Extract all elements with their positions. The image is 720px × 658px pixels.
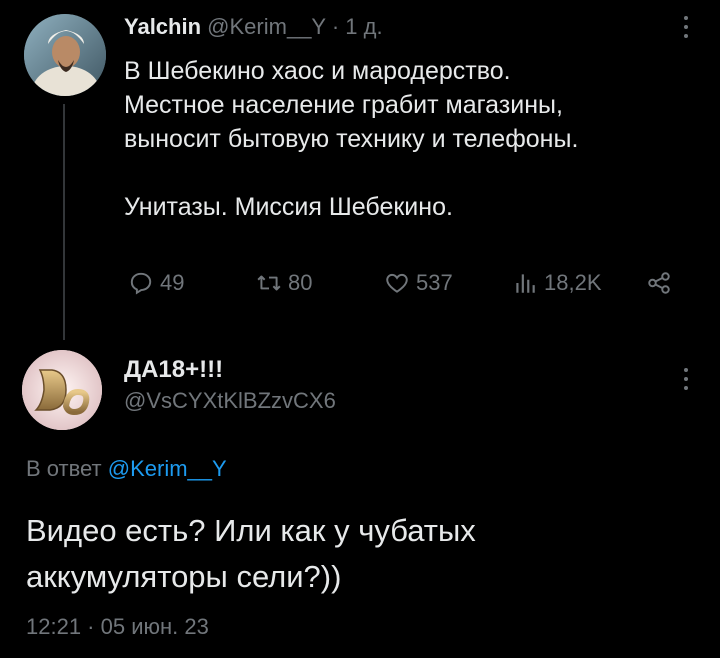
like-icon xyxy=(386,273,408,293)
handle[interactable]: @Kerim__Y xyxy=(207,14,326,39)
like-button[interactable]: 537 xyxy=(384,270,453,296)
tweet-line: В Шебекино хаос и мародерство. xyxy=(124,57,511,85)
retweet-count: 80 xyxy=(288,270,313,295)
tweet-text: В Шебекино хаос и мародерство. Местное н… xyxy=(124,54,684,224)
reply-button[interactable]: 49 xyxy=(128,270,184,296)
display-name[interactable]: Yalchin xyxy=(124,14,201,39)
tweet-line: Местное население грабит магазины, xyxy=(124,91,563,119)
tweet-text: Видео есть? Или как у чубатых аккумулято… xyxy=(26,508,686,600)
tweet-header: Yalchin @Kerim__Y · 1 д. xyxy=(124,14,383,40)
thread-line xyxy=(63,104,65,340)
avatar-image xyxy=(22,350,102,430)
retweet-button[interactable]: 80 xyxy=(256,270,312,296)
views-icon xyxy=(516,274,535,293)
display-name[interactable]: ДА18+!!! xyxy=(124,356,223,384)
share-icon xyxy=(648,272,670,294)
retweet-icon xyxy=(257,275,281,291)
more-icon[interactable] xyxy=(682,16,690,44)
views-button[interactable]: 18,2K xyxy=(512,270,602,296)
views-count: 18,2K xyxy=(544,270,602,295)
like-count: 537 xyxy=(416,270,453,295)
tweet-line: Видео есть? Или как у чубатых xyxy=(26,513,476,548)
reply-prefix: В ответ xyxy=(26,456,102,481)
avatar-image xyxy=(24,14,106,96)
time-ago[interactable]: 1 д. xyxy=(345,14,382,39)
timestamp[interactable]: 12:21 · 05 июн. 23 xyxy=(26,614,209,640)
more-icon[interactable] xyxy=(682,368,690,396)
tweet-line: аккумуляторы сели?)) xyxy=(26,559,342,594)
share-button[interactable] xyxy=(646,270,672,296)
avatar[interactable] xyxy=(24,14,106,96)
tweet-actions: 49 80 537 18,2K xyxy=(124,270,684,306)
reply-icon xyxy=(130,272,152,295)
reply-count: 49 xyxy=(160,270,185,295)
reply-context: В ответ @Kerim__Y xyxy=(26,456,227,482)
reply-handle-link[interactable]: @Kerim__Y xyxy=(108,456,227,481)
handle[interactable]: @VsCYXtKlBZzvCX6 xyxy=(124,388,336,414)
separator: · xyxy=(331,14,340,39)
tweet-line: выносит бытовую технику и телефоны. xyxy=(124,125,579,153)
tweet-line: Унитазы. Миссия Шебекино. xyxy=(124,193,453,221)
avatar[interactable] xyxy=(22,350,102,430)
